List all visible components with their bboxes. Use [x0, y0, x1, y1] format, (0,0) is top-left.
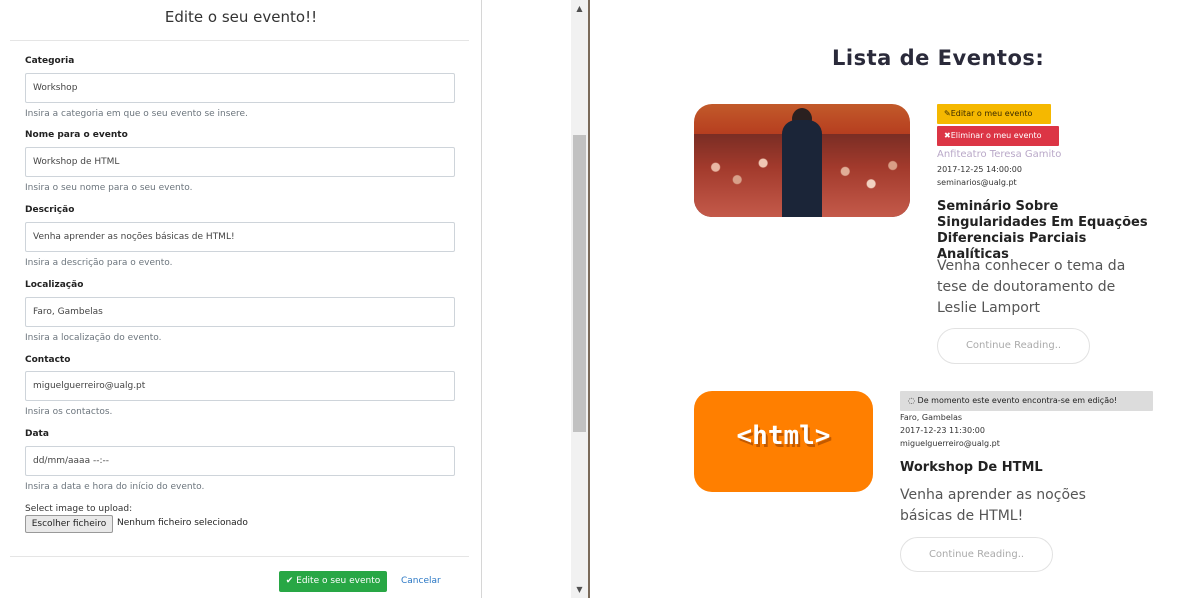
editing-status-badge: ◌ De momento este evento encontra-se em … — [900, 391, 1153, 411]
event-description: Venha conhecer o tema da tese de doutora… — [937, 258, 1126, 316]
choose-file-button[interactable]: Escolher ficheiro — [25, 515, 113, 533]
file-status: Nenhum ficheiro selecionado — [117, 518, 248, 528]
save-event-button[interactable]: ✔ Edite o seu evento — [279, 571, 387, 592]
cancel-link[interactable]: Cancelar — [401, 576, 441, 586]
event-date: 2017-12-23 11:30:00 — [900, 426, 985, 435]
browser-viewport: Edite o seu evento!! Categoria Workshop … — [0, 0, 1178, 598]
event-location: Faro, Gambelas — [900, 413, 963, 422]
event-location: Anfiteatro Teresa Gamito — [937, 149, 1062, 160]
event-contact: miguelguerreiro@ualg.pt — [900, 439, 1000, 448]
event-date: 2017-12-25 14:00:00 — [937, 165, 1022, 174]
page-divider — [588, 0, 590, 598]
event-description: Venha aprender as noções básicas de HTML… — [900, 487, 1086, 524]
event-name-help: Insira o seu nome para o seu evento. — [25, 183, 193, 193]
event-image-seminar[interactable] — [694, 104, 910, 217]
contact-help: Insira os contactos. — [25, 407, 113, 417]
event-name-label: Nome para o evento — [25, 130, 128, 140]
event-title[interactable]: Workshop De HTML — [900, 460, 1043, 475]
delete-event-button[interactable]: ✖Eliminar o meu evento — [937, 126, 1059, 146]
edit-icon: ✎ — [944, 109, 951, 118]
modal-title: Edite o seu evento!! — [164, 8, 318, 26]
html-logo-text: <html> — [736, 421, 831, 451]
scroll-up-arrow-icon[interactable]: ▲ — [571, 0, 588, 17]
category-label: Categoria — [25, 56, 75, 66]
event-contact: seminarios@ualg.pt — [937, 178, 1017, 187]
page-title: Lista de Eventos: — [832, 46, 1045, 70]
speaker-image — [782, 120, 822, 217]
location-label: Localização — [25, 280, 84, 290]
check-icon: ✔ — [285, 576, 294, 586]
editing-status-label: De momento este evento encontra-se em ed… — [917, 396, 1118, 405]
upload-label: Select image to upload: — [25, 504, 133, 514]
location-help: Insira a localização do evento. — [25, 333, 162, 343]
date-input[interactable]: dd/mm/aaaa --:-- — [25, 446, 455, 476]
delete-event-label: Eliminar o meu evento — [950, 131, 1042, 140]
date-help: Insira a data e hora do início do evento… — [25, 482, 205, 492]
close-icon: ✖ — [944, 131, 951, 140]
location-input[interactable]: Faro, Gambelas — [25, 297, 455, 327]
continue-reading-button[interactable]: Continue Reading.. — [937, 328, 1090, 364]
continue-reading-button[interactable]: Continue Reading.. — [900, 537, 1053, 572]
vertical-scrollbar[interactable]: ▲ ▼ — [571, 0, 588, 598]
scrollbar-thumb[interactable] — [573, 135, 586, 432]
contact-label: Contacto — [25, 355, 71, 365]
date-label: Data — [25, 429, 49, 439]
description-help: Insira a descrição para o evento. — [25, 258, 173, 268]
description-input[interactable]: Venha aprender as noções básicas de HTML… — [25, 222, 455, 252]
spinner-icon: ◌ — [908, 396, 915, 405]
event-image-html[interactable]: <html> — [694, 391, 873, 492]
event-title[interactable]: Seminário Sobre Singularidades Em Equaçõ… — [937, 199, 1157, 263]
modal-footer-divider — [10, 556, 469, 557]
modal-header-divider — [10, 40, 469, 41]
contact-input[interactable]: miguelguerreiro@ualg.pt — [25, 371, 455, 401]
edit-event-label: Editar o meu evento — [950, 109, 1033, 118]
edit-event-button[interactable]: ✎Editar o meu evento — [937, 104, 1051, 124]
event-name-input[interactable]: Workshop de HTML — [25, 147, 455, 177]
category-input[interactable]: Workshop — [25, 73, 455, 103]
edit-event-modal: Edite o seu evento!! Categoria Workshop … — [0, 0, 482, 598]
category-help: Insira a categoria em que o seu evento s… — [25, 109, 248, 119]
description-label: Descrição — [25, 205, 75, 215]
scroll-down-arrow-icon[interactable]: ▼ — [571, 581, 588, 598]
save-event-label: Edite o seu evento — [296, 576, 381, 586]
